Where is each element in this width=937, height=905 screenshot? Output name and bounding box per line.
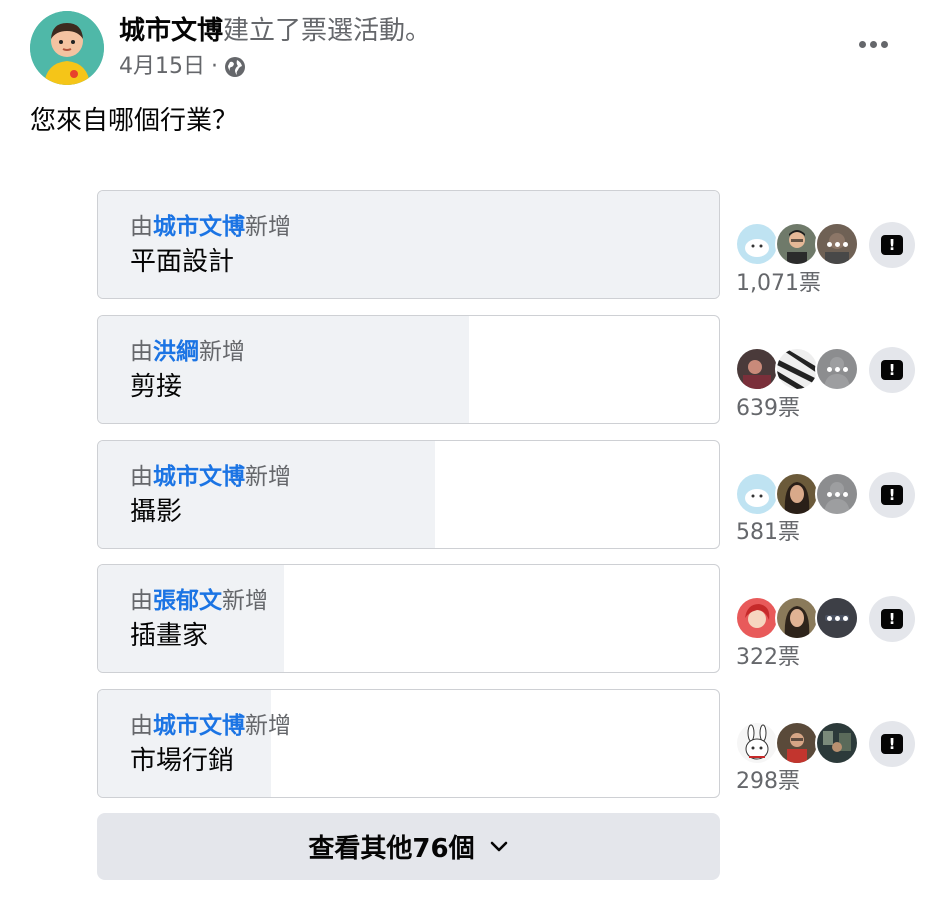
more-voters-icon: [817, 224, 857, 264]
more-options-button[interactable]: [852, 28, 894, 60]
more-horizontal-icon: [858, 40, 866, 48]
added-by: 由張郁文新增: [130, 588, 268, 614]
report-button[interactable]: !: [869, 347, 915, 393]
voter-avatar: [735, 596, 779, 640]
report-button[interactable]: !: [869, 222, 915, 268]
poll-option[interactable]: 由城市文博新增 平面設計: [97, 190, 720, 299]
poll-option[interactable]: 由城市文博新增 市場行銷: [97, 689, 720, 798]
option-label: 攝影: [130, 497, 183, 527]
report-icon: !: [881, 485, 903, 505]
post-meta: 4月15日 ·: [119, 52, 246, 82]
adder-name[interactable]: 洪綱: [153, 339, 199, 365]
more-voters-icon: [817, 349, 857, 389]
report-icon: !: [881, 235, 903, 255]
voter-avatar: [815, 596, 859, 640]
vote-count: 298票: [736, 769, 801, 794]
more-voters-icon: [817, 474, 857, 514]
voter-avatar: [775, 222, 819, 266]
voter-avatar: [735, 472, 779, 516]
see-more-label: 查看其他76個: [308, 834, 475, 864]
adder-name[interactable]: 張郁文: [153, 588, 222, 614]
voter-avatars[interactable]: [735, 347, 859, 391]
option-label: 市場行銷: [130, 746, 235, 776]
post-date[interactable]: 4月15日: [119, 52, 205, 82]
voter-avatars[interactable]: [735, 721, 859, 765]
voter-avatars[interactable]: [735, 596, 859, 640]
voter-avatar: [775, 347, 819, 391]
poll-option[interactable]: 由張郁文新增 插畫家: [97, 564, 720, 673]
voter-avatar: [815, 721, 859, 765]
adder-name[interactable]: 城市文博: [153, 713, 245, 739]
poll-question: 您來自哪個行業？: [30, 106, 239, 136]
voter-avatar: [815, 347, 859, 391]
option-label: 剪接: [130, 372, 183, 402]
report-icon: !: [881, 734, 903, 754]
adder-name[interactable]: 城市文博: [153, 214, 245, 240]
added-by: 由城市文博新增: [130, 713, 291, 739]
added-by: 由城市文博新增: [130, 464, 291, 490]
voter-avatars[interactable]: [735, 472, 859, 516]
voter-avatars[interactable]: [735, 222, 859, 266]
voter-avatar: [815, 472, 859, 516]
voter-avatar: [775, 721, 819, 765]
voter-avatar: [735, 222, 779, 266]
poll-option[interactable]: 由城市文博新增 攝影: [97, 440, 720, 549]
post-header: 城市文博建立了票選活動。: [119, 14, 431, 48]
voter-avatar: [735, 721, 779, 765]
page-avatar[interactable]: [30, 11, 104, 85]
vote-count: 1,071票: [736, 271, 821, 296]
report-button[interactable]: !: [869, 721, 915, 767]
added-by: 由洪綱新增: [130, 339, 245, 365]
adder-name[interactable]: 城市文博: [153, 464, 245, 490]
voter-avatar: [775, 472, 819, 516]
see-more-options-button[interactable]: 查看其他76個: [97, 813, 720, 880]
author-name[interactable]: 城市文博: [119, 16, 223, 46]
report-icon: !: [881, 609, 903, 629]
added-by: 由城市文博新增: [130, 214, 291, 240]
more-voters-icon: [817, 598, 857, 638]
report-button[interactable]: !: [869, 596, 915, 642]
option-label: 插畫家: [130, 621, 209, 651]
vote-count: 581票: [736, 520, 801, 545]
vote-count: 639票: [736, 396, 801, 421]
report-icon: !: [881, 360, 903, 380]
post-action: 建立了票選活動。: [223, 16, 432, 46]
report-button[interactable]: !: [869, 472, 915, 518]
meta-separator: ·: [211, 54, 218, 79]
chevron-down-icon: [490, 841, 507, 851]
poll-post: 城市文博建立了票選活動。 4月15日 · 您來自哪個行業？ 由城市文博新增 平面…: [0, 0, 937, 905]
option-label: 平面設計: [130, 247, 235, 277]
voter-avatar: [775, 596, 819, 640]
voter-avatar: [735, 347, 779, 391]
vote-count: 322票: [736, 645, 801, 670]
globe-icon: [225, 57, 245, 77]
poll-option[interactable]: 由洪綱新增 剪接: [97, 315, 720, 424]
voter-avatar: [815, 222, 859, 266]
